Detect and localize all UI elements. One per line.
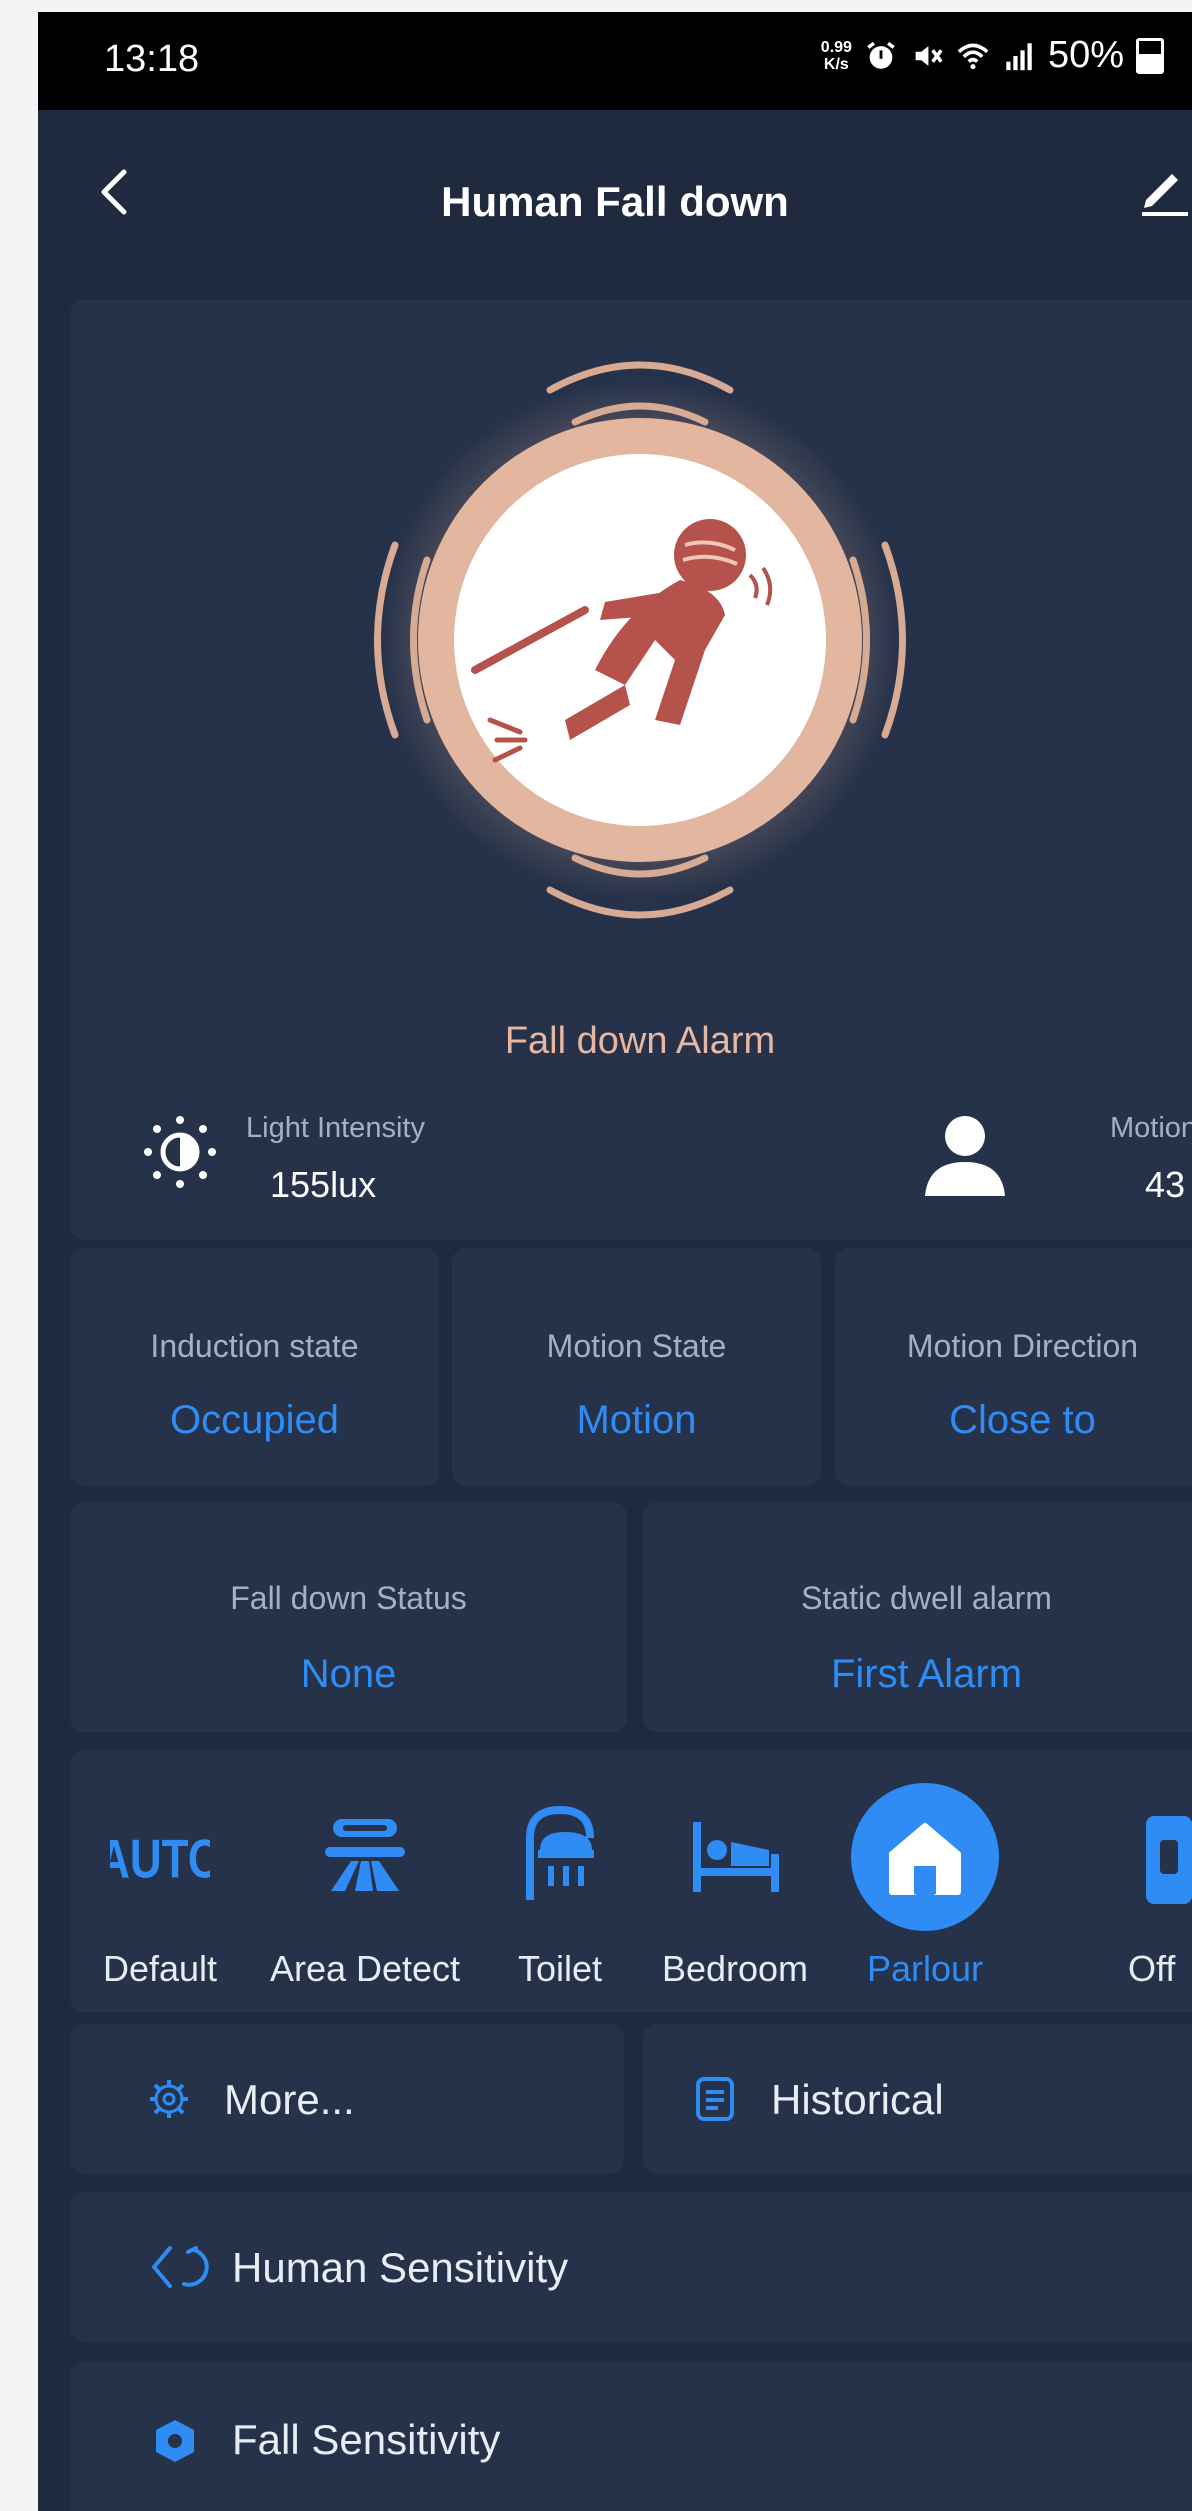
gear-icon [150,2080,188,2118]
page-title: Human Fall down [441,178,789,225]
mode-toilet-label: Toilet [517,1948,603,1989]
fall-alarm-illustration [374,361,906,919]
person-icon [925,1116,1005,1196]
induction-state-tile: Induction state Occupied [70,1248,439,1486]
motion-label: Motion [1110,1112,1192,1144]
status-icons: 0.99 K/s 50% [821,34,1164,77]
app-screen: 13:18 0.99 K/s 50% Human Fall down Fall … [38,12,1192,2511]
network-speed-value: 0.99 [820,38,852,56]
mode-selector: AUTO Default Area Detect Toilet [70,1750,1192,2012]
area-detect-icon [325,1819,405,1891]
static-dwell-alarm-tile: Static dwell alarm First Alarm [643,1502,1192,1732]
mode-area-detect-label: Area Detect [269,1948,461,1989]
document-icon [696,2077,734,2121]
network-speed: 0.99 K/s [821,39,852,73]
signal-5g-icon [1006,42,1032,70]
fall-sensitivity-label: Fall Sensitivity [232,2416,501,2463]
motion-state-value: Motion [576,1398,697,1442]
more-button[interactable]: More... [70,2024,624,2174]
motion-state-label: Motion State [546,1328,727,1364]
motion-state-tile: Motion State Motion [452,1248,821,1486]
edit-pencil-icon[interactable] [1132,158,1192,218]
fall-alarm-card: Fall down Alarm Light Intensity 155lux M… [70,300,1192,1240]
induction-state-label: Induction state [150,1328,359,1364]
fall-down-status-tile: Fall down Status None [70,1502,627,1732]
sun-half-icon [144,1116,216,1188]
mute-icon [915,45,943,66]
bed-icon [693,1822,779,1892]
hexagon-settings-icon [156,2420,194,2462]
more-label: More... [224,2076,355,2123]
status-time: 13:18 [104,38,200,80]
wifi-icon [957,43,989,69]
top-app-bar: Human Fall down [38,110,1192,300]
mode-toilet[interactable]: Toilet [480,1750,640,2012]
alarm-status-text: Fall down Alarm [504,1020,776,1062]
historical-label: Historical [771,2076,944,2123]
fall-down-status-label: Fall down Status [230,1580,467,1616]
home-icon [851,1783,999,1931]
motion-direction-value: Close to [949,1398,1096,1442]
human-sensitivity-label: Human Sensitivity [232,2244,569,2291]
induction-state-value: Occupied [170,1398,339,1442]
mode-parlour-label: Parlour [866,1948,984,1989]
motion-value: 43 [1145,1164,1186,1205]
off-icon [1146,1816,1192,1904]
static-dwell-alarm-value: First Alarm [830,1652,1023,1696]
mode-default[interactable]: AUTO Default [70,1750,250,2012]
network-speed-unit: K/s [823,55,849,73]
mode-bedroom[interactable]: Bedroom [640,1750,830,2012]
fall-sensitivity-button[interactable]: Fall Sensitivity [70,2362,1192,2511]
auto-icon: AUTO [110,1828,210,1890]
sensitivity-icon [152,2246,209,2288]
static-dwell-alarm-label: Static dwell alarm [801,1580,1052,1616]
mode-bedroom-label: Bedroom [661,1948,809,1989]
shower-icon [526,1805,594,1900]
motion-direction-label: Motion Direction [906,1328,1139,1364]
fall-down-status-value: None [300,1652,397,1696]
light-intensity-value: 155lux [270,1164,377,1205]
alarm-icon [867,41,895,69]
mode-default-label: Default [102,1948,218,1989]
human-sensitivity-button[interactable]: Human Sensitivity [70,2192,1192,2342]
mode-area-detect[interactable]: Area Detect [250,1750,480,2012]
motion-direction-tile: Motion Direction Close to [835,1248,1192,1486]
battery-percent: 50% [1047,34,1124,76]
light-intensity-label: Light Intensity [246,1112,425,1144]
mode-off[interactable]: Off [1120,1750,1192,2012]
battery-icon [1136,37,1164,74]
status-bar: 13:18 0.99 K/s 50% [38,12,1192,110]
historical-button[interactable]: Historical [643,2024,1192,2174]
mode-off-label: Off [1128,1948,1176,1989]
svg-text:AUTO: AUTO [110,1828,210,1890]
mode-parlour[interactable]: Parlour [830,1750,1020,2012]
